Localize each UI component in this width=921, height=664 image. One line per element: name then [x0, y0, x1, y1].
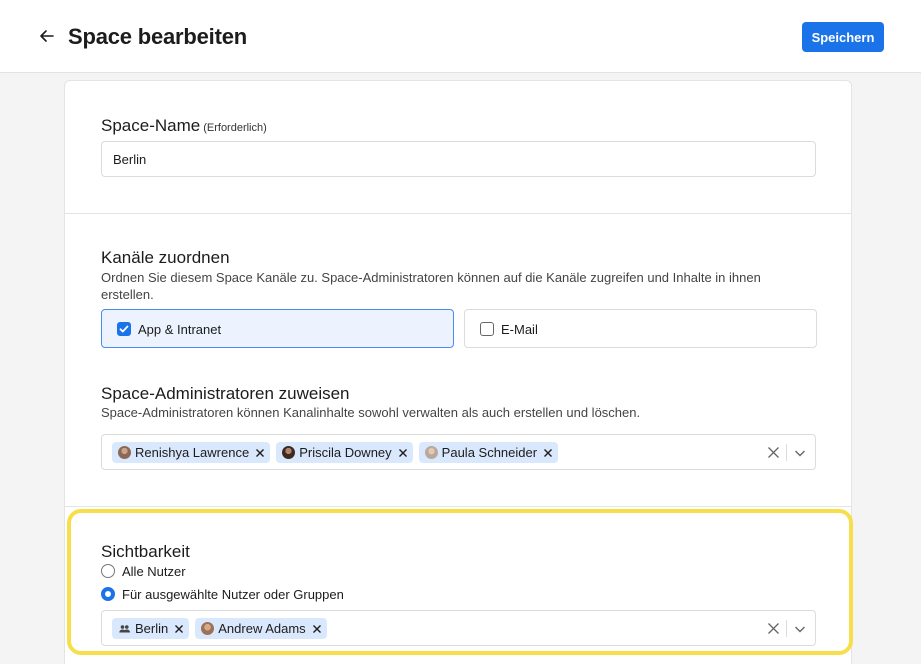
admin-chips: Renishya Lawrence Priscila Downey Paula …: [112, 442, 559, 463]
page-title: Space bearbeiten: [68, 24, 247, 49]
chip-label: Renishya Lawrence: [135, 445, 250, 460]
remove-chip-icon[interactable]: [312, 624, 322, 634]
avatar: [282, 446, 296, 459]
clear-all-icon[interactable]: [767, 622, 780, 635]
chevron-down-icon[interactable]: [794, 447, 806, 459]
clear-all-icon[interactable]: [767, 446, 780, 459]
save-button[interactable]: Speichern: [802, 22, 884, 52]
chip-label: Paula Schneider: [441, 445, 538, 460]
remove-chip-icon[interactable]: [174, 624, 184, 634]
visibility-heading: Sichtbarkeit: [101, 542, 190, 561]
radio-label-all-users[interactable]: Alle Nutzer: [122, 564, 186, 579]
checkbox-checked-icon[interactable]: [117, 322, 131, 336]
remove-chip-icon[interactable]: [543, 448, 553, 458]
admin-chip: Renishya Lawrence: [112, 442, 271, 463]
visibility-multiselect[interactable]: Berlin Andrew Adams: [101, 610, 816, 646]
checkbox-unchecked-icon[interactable]: [480, 322, 494, 336]
chevron-down-icon[interactable]: [794, 623, 806, 635]
chip-label: Berlin: [135, 621, 169, 636]
back-arrow-icon[interactable]: [37, 26, 57, 46]
remove-chip-icon[interactable]: [398, 448, 408, 458]
radio-selected-users[interactable]: [101, 587, 115, 601]
radio-all-users[interactable]: [101, 564, 115, 578]
admins-description: Space-Administratoren können Kanalinhalt…: [101, 405, 641, 420]
section-divider: [65, 213, 851, 214]
avatar: [424, 446, 438, 459]
chip-label: Priscila Downey: [299, 445, 392, 460]
admin-chip: Paula Schneider: [418, 442, 559, 463]
space-name-label: Space-Name: [101, 116, 201, 135]
avatar: [118, 446, 131, 459]
channels-heading: Kanäle zuordnen: [101, 248, 230, 267]
channel-option-email[interactable]: E-Mail: [464, 309, 817, 348]
channel-option-label: App & Intranet: [138, 322, 222, 337]
top-bar: Space bearbeiten Speichern: [0, 0, 921, 73]
admins-multiselect[interactable]: Renishya Lawrence Priscila Downey Paula …: [101, 434, 816, 470]
user-chip: Andrew Adams: [195, 618, 327, 639]
remove-chip-icon[interactable]: [255, 448, 265, 458]
radio-label-selected-users[interactable]: Für ausgewählte Nutzer oder Gruppen: [122, 587, 344, 602]
required-hint: (Erforderlich): [203, 122, 267, 134]
group-chip: Berlin: [112, 618, 190, 639]
edit-space-form: Space-Name(Erforderlich) Kanäle zuordnen…: [64, 80, 852, 664]
separator: [786, 620, 787, 637]
separator: [786, 444, 787, 461]
admin-chip: Priscila Downey: [276, 442, 413, 463]
chip-label: Andrew Adams: [218, 621, 306, 636]
space-name-heading: Space-Name (Erforderlich): [101, 116, 267, 136]
channels-description: Ordnen Sie diesem Space Kanäle zu. Space…: [101, 270, 761, 302]
avatar: [201, 622, 215, 635]
admins-heading: Space-Administratoren zuweisen: [101, 384, 350, 403]
channel-option-label: E-Mail: [501, 322, 538, 337]
group-icon: [119, 625, 130, 633]
channel-option-app-intranet[interactable]: App & Intranet: [101, 309, 454, 348]
space-name-input[interactable]: [101, 141, 816, 177]
section-divider: [65, 506, 851, 507]
visibility-chips: Berlin Andrew Adams: [112, 618, 327, 639]
